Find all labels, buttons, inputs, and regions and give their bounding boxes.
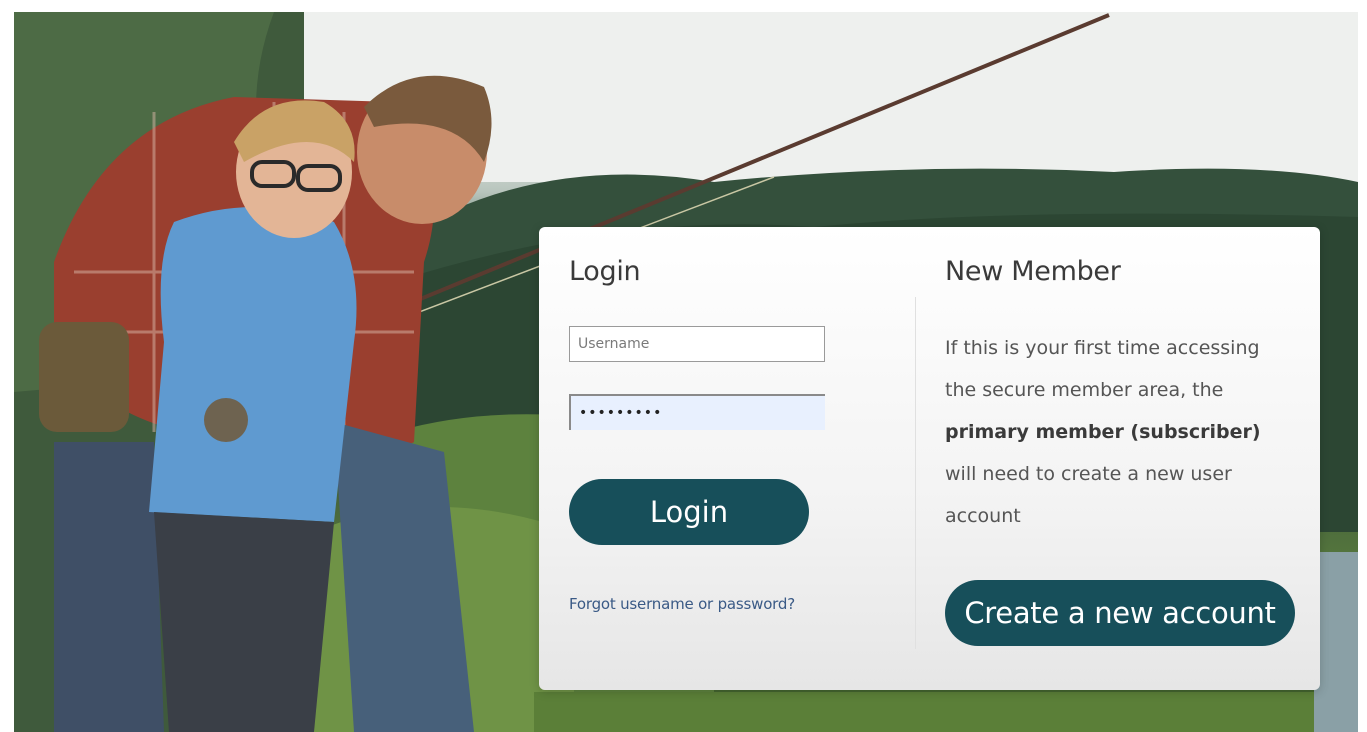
create-account-button[interactable]: Create a new account [945,580,1295,646]
password-input[interactable] [569,394,825,430]
new-member-text-part1: If this is your first time accessing the… [945,337,1260,401]
login-button[interactable]: Login [569,479,809,545]
login-card: Login Login Forgot username or password?… [539,227,1320,690]
username-input[interactable] [569,326,825,362]
new-member-heading: New Member [945,256,1121,287]
column-divider [915,297,916,649]
new-member-text-part2: will need to create a new user account [945,463,1232,527]
new-member-description: If this is your first time accessing the… [945,327,1285,537]
primary-member-emphasis: primary member (subscriber) [945,421,1261,443]
login-heading: Login [569,256,641,287]
forgot-credentials-link[interactable]: Forgot username or password? [569,595,795,613]
